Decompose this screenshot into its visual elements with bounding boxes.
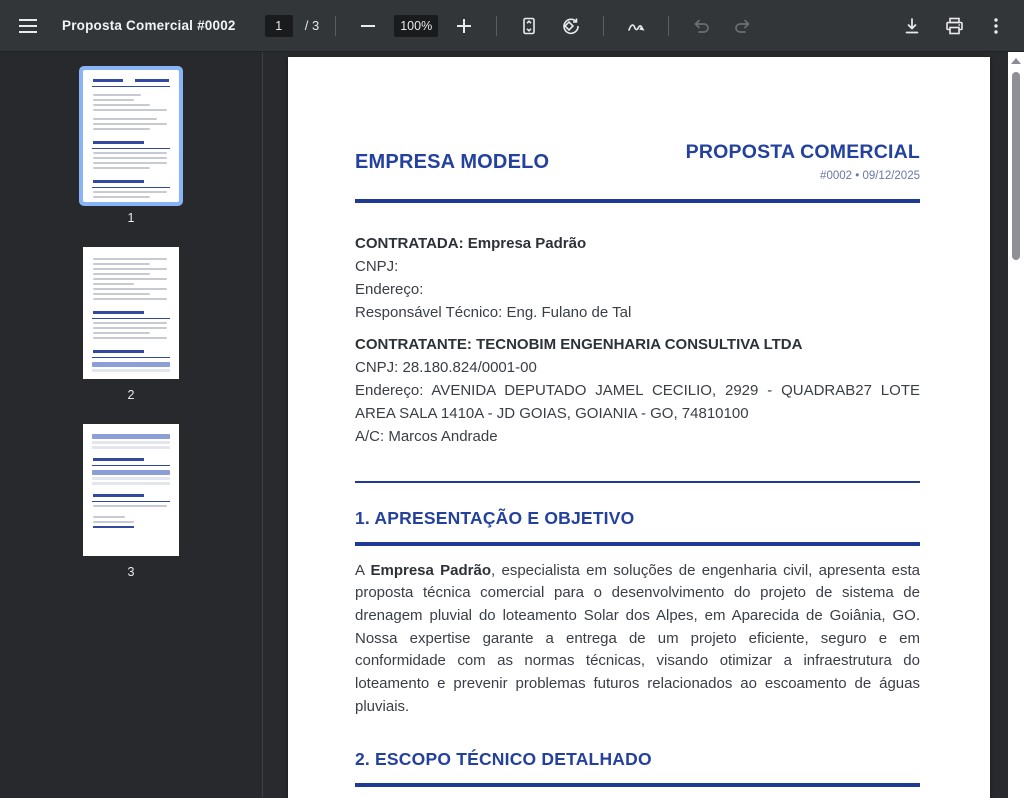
redo-button[interactable] — [727, 10, 759, 42]
thumbnail-page-number: 2 — [128, 388, 135, 402]
proposal-title: PROPOSTA COMERCIAL — [686, 141, 920, 164]
document-header: EMPRESA MODELO PROPOSTA COMERCIAL #0002 … — [355, 141, 920, 182]
download-icon — [903, 17, 921, 35]
contratada-title: CONTRATADA: Empresa Padrão — [355, 232, 920, 255]
contratante-endereco: Endereço: AVENIDA DEPUTADO JAMEL CECILIO… — [355, 379, 920, 425]
section-1-rule — [355, 542, 920, 546]
section-1-paragraph: A Empresa Padrão, especialista em soluçõ… — [355, 560, 920, 719]
page-total-label: / 3 — [305, 18, 319, 33]
contratante-ac: A/C: Marcos Andrade — [355, 425, 920, 448]
thumbnail-page-3[interactable]: 3 — [83, 424, 179, 579]
download-button[interactable] — [896, 10, 928, 42]
fit-to-page-button[interactable] — [513, 10, 545, 42]
pdf-toolbar: Proposta Comercial #0002 / 3 — [0, 0, 1024, 52]
viewer-content: 1 2 — [0, 52, 1024, 798]
document-title: Proposta Comercial #0002 — [62, 18, 236, 33]
thumbnail-page-3-preview — [83, 424, 179, 556]
toolbar-separator — [603, 16, 604, 36]
vertical-scrollbar[interactable] — [1008, 52, 1024, 798]
contratada-block: CONTRATADA: Empresa Padrão CNPJ: Endereç… — [355, 232, 920, 324]
contratante-cnpj: CNPJ: 28.180.824/0001-00 — [355, 356, 920, 379]
thumbnail-page-2-preview — [83, 247, 179, 379]
thumbnail-page-2[interactable]: 2 — [83, 247, 179, 402]
more-options-button[interactable] — [980, 10, 1012, 42]
undo-button[interactable] — [685, 10, 717, 42]
ink-pen-icon — [626, 16, 646, 36]
fit-page-icon — [519, 16, 539, 36]
print-icon — [945, 17, 964, 35]
contratante-block: CONTRATANTE: TECNOBIM ENGENHARIA CONSULT… — [355, 333, 920, 448]
pdf-viewer-canvas: EMPRESA MODELO PROPOSTA COMERCIAL #0002 … — [263, 52, 1024, 798]
contratada-endereco: Endereço: — [355, 278, 920, 301]
scrollbar-thumb[interactable] — [1012, 72, 1020, 260]
zoom-level-input[interactable] — [394, 15, 438, 37]
plus-icon — [457, 19, 471, 33]
section-divider-rule — [355, 481, 920, 483]
section-2-rule — [355, 783, 920, 787]
toolbar-separator — [335, 16, 336, 36]
annotate-button[interactable] — [620, 10, 652, 42]
thumbnail-page-1-preview — [83, 70, 179, 202]
proposal-number-date: #0002 • 09/12/2025 — [686, 170, 920, 182]
hamburger-menu-icon — [19, 19, 37, 33]
more-vert-icon — [994, 18, 998, 34]
thumbnail-sidebar: 1 2 — [0, 52, 263, 798]
section-2-heading: 2. ESCOPO TÉCNICO DETALHADO — [355, 749, 920, 770]
company-name: EMPRESA MODELO — [355, 151, 549, 174]
print-button[interactable] — [938, 10, 970, 42]
toolbar-separator — [496, 16, 497, 36]
contratada-cnpj: CNPJ: — [355, 255, 920, 278]
page-number-input[interactable] — [265, 15, 293, 37]
thumbnail-page-number: 1 — [128, 211, 135, 225]
undo-icon — [692, 18, 710, 34]
thumbnail-page-1[interactable]: 1 — [83, 70, 179, 225]
toolbar-separator — [668, 16, 669, 36]
header-rule — [355, 199, 920, 203]
contratante-title: CONTRATANTE: TECNOBIM ENGENHARIA CONSULT… — [355, 333, 920, 356]
rotate-icon — [561, 16, 581, 36]
zoom-in-button[interactable] — [448, 10, 480, 42]
pdf-page-1: EMPRESA MODELO PROPOSTA COMERCIAL #0002 … — [288, 57, 990, 798]
thumbnail-page-number: 3 — [128, 565, 135, 579]
contratada-responsavel: Responsável Técnico: Eng. Fulano de Tal — [355, 301, 920, 324]
redo-icon — [734, 18, 752, 34]
zoom-out-button[interactable] — [352, 10, 384, 42]
scroll-up-arrow-icon[interactable] — [1011, 58, 1021, 64]
rotate-button[interactable] — [555, 10, 587, 42]
bold-company-ref: Empresa Padrão — [370, 562, 491, 579]
menu-button[interactable] — [12, 10, 44, 42]
section-1-heading: 1. APRESENTAÇÃO E OBJETIVO — [355, 508, 920, 529]
minus-icon — [361, 19, 375, 33]
